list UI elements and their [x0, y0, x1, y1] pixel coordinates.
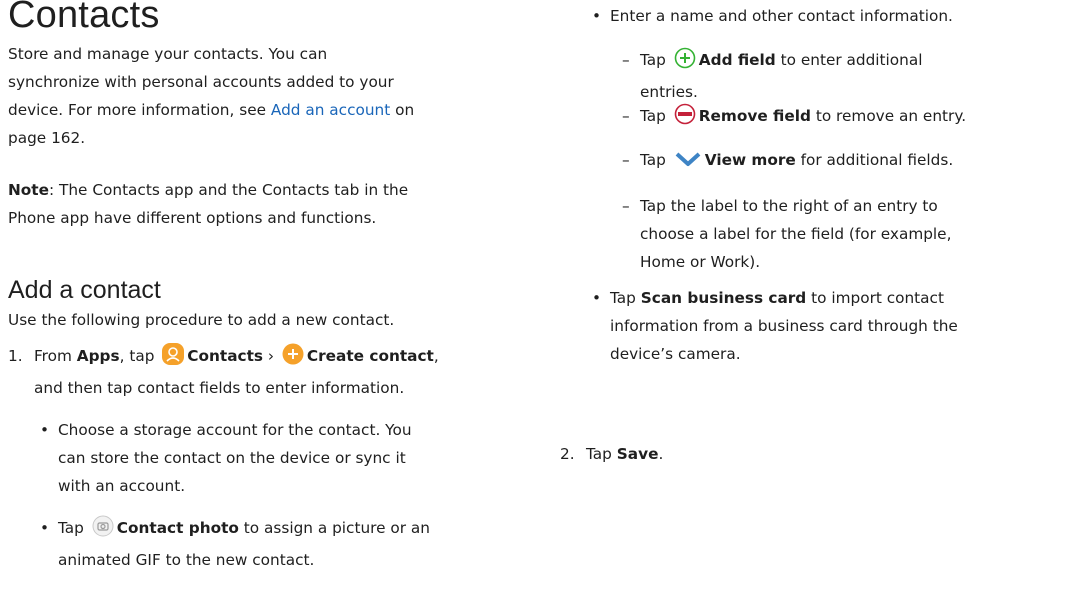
separator: › [263, 347, 279, 365]
dash-text: Tap [640, 107, 666, 125]
scan-business-card-label: Scan business card [640, 289, 807, 307]
apps-label: Apps [76, 347, 120, 365]
bullet-text: to import contact [806, 289, 944, 307]
note-text: Phone app have different options and fun… [8, 209, 377, 227]
note-label: Note [8, 181, 49, 199]
contact-photo-label: Contact photo [116, 519, 239, 537]
dash-text: Tap the label to the right of an entry t… [640, 197, 938, 215]
bullet-text: animated GIF to the new contact. [58, 551, 315, 569]
step-text: From [34, 347, 77, 365]
bullet-text: device’s camera. [610, 345, 741, 363]
bullet-scan-card: • Tap Scan business card to import contac… [592, 289, 958, 363]
step-text: Tap [586, 445, 617, 463]
dash-text: entries. [640, 83, 698, 101]
dash-text: to enter additional [775, 51, 923, 69]
bullet-text: to assign a picture or an [238, 519, 430, 537]
add-field-label: Add field [698, 51, 776, 69]
add-account-link[interactable]: Add an account [271, 101, 390, 119]
bullet-storage: • Choose a storage account for the contac… [40, 421, 412, 495]
bullet-text: can store the contact on the device or s… [58, 449, 406, 467]
camera-circle-icon [92, 515, 114, 546]
bullet-contact-photo: • Tap Contact photo to assign a picture o… [40, 514, 430, 574]
minus-circle-red-icon [674, 103, 696, 134]
remove-field-label: Remove field [698, 107, 811, 125]
step-text: . [658, 445, 664, 463]
step-2: 2. Tap Save. [560, 440, 663, 468]
dash-add-field: – Tap Add field to enter additional entri… [622, 46, 923, 106]
procedure-intro: Use the following procedure to add a new… [8, 306, 394, 334]
contacts-app-icon [162, 343, 185, 374]
bullet-text: Tap [610, 289, 641, 307]
bullet-text: Tap [58, 519, 84, 537]
intro-line: page 162. [8, 129, 86, 147]
dash-remove-field: – Tap Remove field to remove an entry. [622, 102, 967, 134]
bullet-text: Enter a name and other contact informati… [610, 7, 953, 25]
contacts-label: Contacts [187, 347, 264, 365]
bullet-text: with an account. [58, 477, 186, 495]
note-text: : The Contacts app and the Contacts tab … [49, 181, 409, 199]
intro-line: device. For more information, see [8, 101, 271, 119]
plus-circle-orange-icon [282, 343, 304, 374]
dash-text: Tap [640, 151, 666, 169]
save-label: Save [616, 445, 659, 463]
step-1: 1. From Apps, tap Contacts › Create conta… [8, 342, 439, 402]
chevron-down-icon [674, 149, 702, 178]
bullet-enter-name: • Enter a name and other contact informat… [592, 7, 953, 25]
dash-text: Home or Work). [640, 253, 761, 271]
intro-line: on [390, 101, 415, 119]
note-paragraph: Note: The Contacts app and the Contacts … [8, 176, 408, 232]
section-title: Add a contact [8, 276, 161, 304]
step-number: 1. [8, 347, 23, 365]
step-text: , [433, 347, 439, 365]
dash-view-more: – Tap View more for additional fields. [622, 146, 954, 178]
step-text: and then tap contact fields to enter inf… [34, 379, 405, 397]
step-text: , tap [119, 347, 155, 365]
create-contact-label: Create contact [306, 347, 434, 365]
intro-line: Store and manage your contacts. You can [8, 45, 328, 63]
dash-text: Tap [640, 51, 666, 69]
dash-label-field: – Tap the label to the right of an entry … [622, 197, 952, 271]
dash-text: to remove an entry. [810, 107, 967, 125]
dash-text: for additional fields. [795, 151, 954, 169]
procedure-intro-text: Use the following procedure to add a new… [8, 311, 395, 329]
page-title: Contacts [8, 0, 160, 36]
plus-circle-green-icon [674, 47, 696, 78]
intro-line: synchronize with personal accounts added… [8, 73, 394, 91]
step-number: 2. [560, 445, 575, 463]
intro-paragraph: Store and manage your contacts. You can … [8, 40, 414, 152]
bullet-text: information from a business card through… [610, 317, 958, 335]
bullet-text: Choose a storage account for the contact… [58, 421, 412, 439]
dash-text: choose a label for the field (for exampl… [640, 225, 952, 243]
view-more-label: View more [704, 151, 796, 169]
